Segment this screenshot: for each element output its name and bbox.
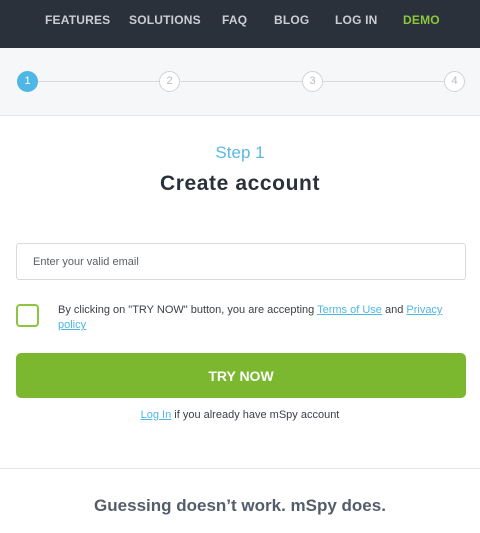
nav-item-blog[interactable]: BLOG <box>274 13 309 27</box>
consent-text-middle: and <box>381 304 407 316</box>
top-navigation: FEATURES SOLUTIONS FAQ BLOG LOG IN DEMO <box>0 0 480 48</box>
step-indicator-4: 4 <box>444 71 465 92</box>
consent-text: By clicking on "TRY NOW" button, you are… <box>58 303 468 333</box>
nav-item-faq[interactable]: FAQ <box>222 13 247 27</box>
tagline: Guessing doesn’t work. mSpy does. <box>94 496 386 515</box>
page-title: Create account <box>159 172 321 195</box>
nav-item-log-in[interactable]: LOG IN <box>335 13 378 27</box>
consent-text-before: By clicking on "TRY NOW" button, you are… <box>58 304 318 316</box>
step-connector <box>38 81 159 82</box>
login-prompt-text: if you already have mSpy account <box>171 409 340 421</box>
section-divider <box>0 468 480 469</box>
nav-item-features[interactable]: FEATURES <box>45 13 110 27</box>
step-indicator-2: 2 <box>159 71 180 92</box>
step-connector <box>181 81 302 82</box>
nav-item-demo[interactable]: DEMO <box>403 13 440 27</box>
step-indicator-3: 3 <box>302 71 323 92</box>
terms-checkbox[interactable] <box>16 304 39 327</box>
step-connector <box>323 81 444 82</box>
login-prompt: Log In if you already have mSpy account <box>0 409 480 421</box>
step-indicator-1: 1 <box>17 71 38 92</box>
log-in-link[interactable]: Log In <box>141 409 172 421</box>
step-progress: 1 2 3 4 <box>0 48 480 116</box>
try-now-button[interactable]: TRY NOW <box>16 353 466 398</box>
terms-of-use-link[interactable]: Terms of Use <box>317 304 382 316</box>
email-field[interactable] <box>16 243 466 280</box>
step-label: Step 1 <box>215 143 265 162</box>
nav-item-solutions[interactable]: SOLUTIONS <box>129 13 201 27</box>
